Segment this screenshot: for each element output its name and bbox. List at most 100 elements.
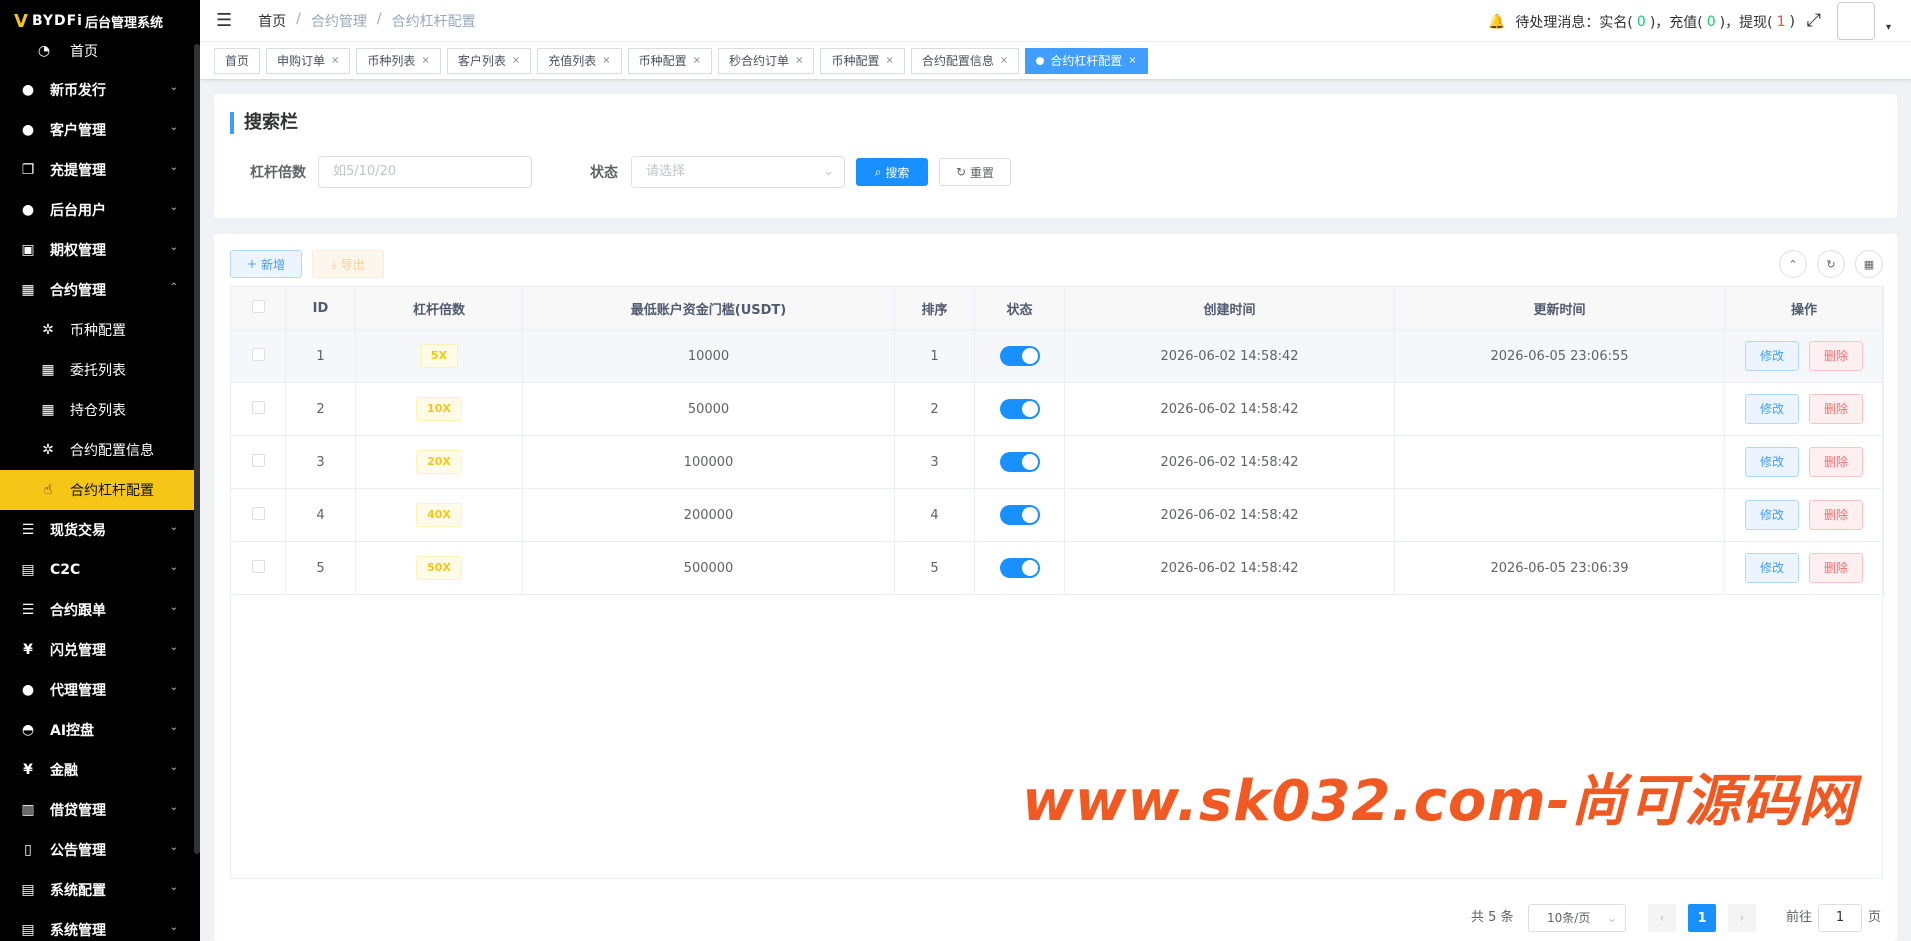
column-header[interactable]: 排序 [894,286,975,330]
close-icon[interactable]: × [602,55,610,66]
table-row[interactable]: 4 40X 200000 4 2026-06-02 14:58:42 修改 删除 [230,488,1884,542]
row-checkbox[interactable] [251,506,265,520]
tab-deposit-list[interactable]: 充值列表 × [537,47,622,74]
delete-button[interactable]: 删除 [1809,553,1863,583]
column-header[interactable]: 创建时间 [1064,286,1395,330]
sidebar-item-positions[interactable]: ▦ 持仓列表 [0,390,200,430]
delete-button[interactable]: 删除 [1809,341,1863,371]
column-header[interactable]: 杠杆倍数 [355,286,523,330]
sidebar-item-deposit-withdraw[interactable]: ❐ 充提管理 ⌄ [0,150,200,190]
tab-coin-list[interactable]: 币种列表 × [356,47,441,74]
status-select[interactable]: 请选择 ⌄ [631,156,845,188]
cell-min-funds: 50000 [522,382,895,436]
sidebar-item-copy-trading[interactable]: ☰ 合约跟单 ⌄ [0,590,200,630]
prev-page-button[interactable]: ‹ [1648,904,1676,932]
tab-subscription-orders[interactable]: 申购订单 × [266,47,351,74]
close-icon[interactable]: × [1128,55,1136,66]
delete-button[interactable]: 删除 [1809,447,1863,477]
tab-second-contract-orders[interactable]: 秒合约订单 × [718,47,815,74]
edit-button[interactable]: 修改 [1745,500,1799,530]
edit-button[interactable]: 修改 [1745,447,1799,477]
sidebar-item-announcements[interactable]: ▯ 公告管理 ⌄ [0,830,200,870]
leverage-table: ID 杠杆倍数 最低账户资金门槛(USDT) 排序 状态 创建时间 更新时间 操… [230,286,1884,595]
tab-coin-config[interactable]: 币种配置 × [627,47,713,74]
sidebar-item-customers[interactable]: ● 客户管理 ⌄ [0,110,200,150]
sidebar-item-options[interactable]: ▣ 期权管理 ⌄ [0,230,200,270]
caret-down-icon[interactable]: ▾ [1886,22,1891,33]
delete-button[interactable]: 删除 [1809,394,1863,424]
breadcrumb-home[interactable]: 首页 [258,11,286,31]
status-toggle[interactable] [999,452,1040,472]
sidebar-item-home[interactable]: ◔ 首页 [0,32,200,70]
sidebar-item-system-config[interactable]: ▤ 系统配置 ⌄ [0,870,200,910]
sidebar-item-finance[interactable]: ¥ 金融 ⌄ [0,750,200,790]
sidebar-item-spot[interactable]: ☰ 现货交易 ⌄ [0,510,200,550]
fullscreen-icon[interactable]: ⤢ [1807,10,1821,31]
column-header[interactable]: 更新时间 [1394,286,1725,330]
sidebar-item-c2c[interactable]: ▤ C2C ⌄ [0,550,200,590]
delete-button[interactable]: 删除 [1809,500,1863,530]
close-icon[interactable]: × [512,55,520,66]
sidebar-item-contracts[interactable]: ▦ 合约管理 ⌃ [0,270,200,310]
row-checkbox[interactable] [251,559,265,573]
status-toggle[interactable] [999,505,1040,525]
close-icon[interactable]: × [885,55,893,66]
row-checkbox[interactable] [251,453,265,467]
chevron-down-icon: ⌄ [169,242,178,253]
close-icon[interactable]: × [421,55,429,66]
reset-button[interactable]: ↻ 重置 [939,158,1011,186]
column-header[interactable]: 最低账户资金门槛(USDT) [522,286,895,330]
sidebar-item-coin-config[interactable]: ✲ 币种配置 [0,310,200,350]
sidebar-item-new-coin[interactable]: ● 新币发行 ⌄ [0,70,200,110]
page-number[interactable]: 1 [1688,904,1716,932]
sidebar-item-flash-exchange[interactable]: ¥ 闪兑管理 ⌄ [0,630,200,670]
export-button[interactable]: ⤓ 导出 [312,250,384,278]
edit-button[interactable]: 修改 [1745,341,1799,371]
table-row[interactable]: 3 20X 100000 3 2026-06-02 14:58:42 修改 删除 [230,435,1884,489]
status-toggle[interactable] [999,399,1040,419]
search-button[interactable]: ⌕ 搜索 [856,158,928,186]
next-page-button[interactable]: › [1728,904,1756,932]
sidebar-item-admin-users[interactable]: ● 后台用户 ⌄ [0,190,200,230]
row-checkbox[interactable] [251,400,265,414]
tab-coin-config-2[interactable]: 币种配置 × [820,47,905,74]
leverage-input[interactable]: 如5/10/20 [318,156,532,188]
tab-customer-list[interactable]: 客户列表 × [446,47,532,74]
status-toggle[interactable] [999,558,1040,578]
table-row[interactable]: 1 5X 10000 1 2026-06-02 14:58:42 2026-06… [230,329,1884,383]
sidebar-item-ai-control[interactable]: ◓ AI控盘 ⌄ [0,710,200,750]
select-all-checkbox[interactable] [251,299,265,313]
tab-leverage-config[interactable]: 合约杠杆配置 × [1025,47,1148,74]
edit-button[interactable]: 修改 [1745,394,1799,424]
sidebar-item-contract-config[interactable]: ✲ 合约配置信息 [0,430,200,470]
sidebar-item-leverage-config[interactable]: ☝ 合约杠杆配置 [0,470,200,510]
status-toggle[interactable] [999,346,1040,366]
avatar[interactable] [1837,2,1875,40]
tab-home[interactable]: 首页 [214,47,261,74]
column-header[interactable]: ID [285,286,356,330]
row-checkbox[interactable] [251,347,265,361]
close-icon[interactable]: × [331,55,339,66]
goto-page-input[interactable]: 1 [1818,904,1862,932]
table-row[interactable]: 2 10X 50000 2 2026-06-02 14:58:42 修改 删除 [230,382,1884,436]
close-icon[interactable]: × [693,55,701,66]
collapse-search-icon[interactable]: ⌃ [1779,250,1807,278]
close-icon[interactable]: × [1000,55,1008,66]
sidebar-item-agents[interactable]: ● 代理管理 ⌄ [0,670,200,710]
close-icon[interactable]: × [795,55,803,66]
edit-button[interactable]: 修改 [1745,553,1799,583]
add-button[interactable]: + 新增 [230,250,302,278]
column-header[interactable]: 状态 [974,286,1065,330]
sidebar-item-orders[interactable]: ▦ 委托列表 [0,350,200,390]
page-size-select[interactable]: 10条/页 ⌄ [1528,904,1626,932]
breadcrumb-contracts[interactable]: 合约管理 [311,11,367,31]
table-row[interactable]: 5 50X 500000 5 2026-06-02 14:58:42 2026-… [230,541,1884,595]
sidebar-item-system-admin[interactable]: ▤ 系统管理 ⌄ [0,910,200,941]
columns-icon[interactable]: ▦ [1855,250,1883,278]
sidebar-item-loans[interactable]: ▥ 借贷管理 ⌄ [0,790,200,830]
hamburger-icon[interactable]: ☰ [216,10,232,31]
tab-contract-config[interactable]: 合约配置信息 × [910,47,1020,74]
pending-notice[interactable]: 🔔 待处理消息：实名(0)，充值(0)，提现(1) [1488,12,1795,32]
refresh-icon[interactable]: ↻ [1817,250,1845,278]
sidebar-scrollbar[interactable] [194,44,200,854]
